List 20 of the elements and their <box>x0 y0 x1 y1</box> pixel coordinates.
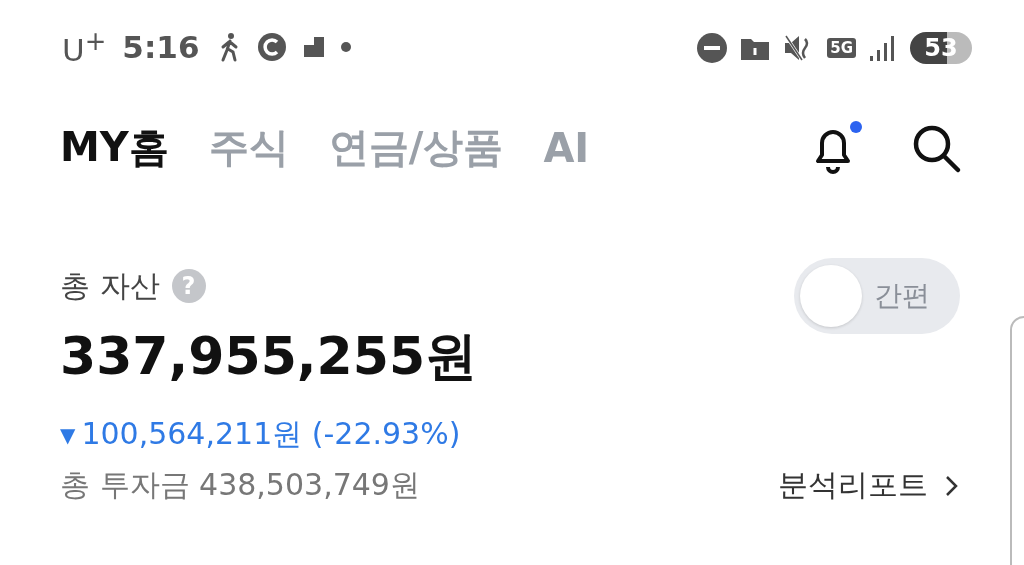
dot-icon <box>341 42 352 53</box>
report-link[interactable]: 분석리포트 <box>778 465 960 506</box>
c-badge-icon <box>257 32 288 63</box>
change-value: 100,564,211원 (-22.93%) <box>81 415 461 453</box>
invested-amount: 총 투자금 438,503,749원 <box>60 466 420 504</box>
clock-time: 5:16 <box>122 29 200 66</box>
nav-tab[interactable]: MY홈 <box>60 120 169 175</box>
signal-icon <box>870 33 896 62</box>
nav-tab[interactable]: AI <box>543 120 590 175</box>
app-icon <box>303 36 326 59</box>
do-not-disturb-icon <box>697 32 728 63</box>
network-type-icon: 5G <box>827 37 856 58</box>
total-assets-label: 총 자산 <box>60 266 160 305</box>
nav-tab[interactable]: 주식 <box>208 120 289 175</box>
carrier-label: U$^{+}$ <box>62 26 107 69</box>
down-arrow-icon: ▼ <box>60 422 76 447</box>
simple-mode-toggle[interactable]: 간편 <box>794 258 960 334</box>
total-assets-value: 337,955,255원 <box>60 325 479 388</box>
nav-tab[interactable]: 연금/상품 <box>328 120 504 175</box>
help-icon[interactable]: ? <box>171 269 206 303</box>
